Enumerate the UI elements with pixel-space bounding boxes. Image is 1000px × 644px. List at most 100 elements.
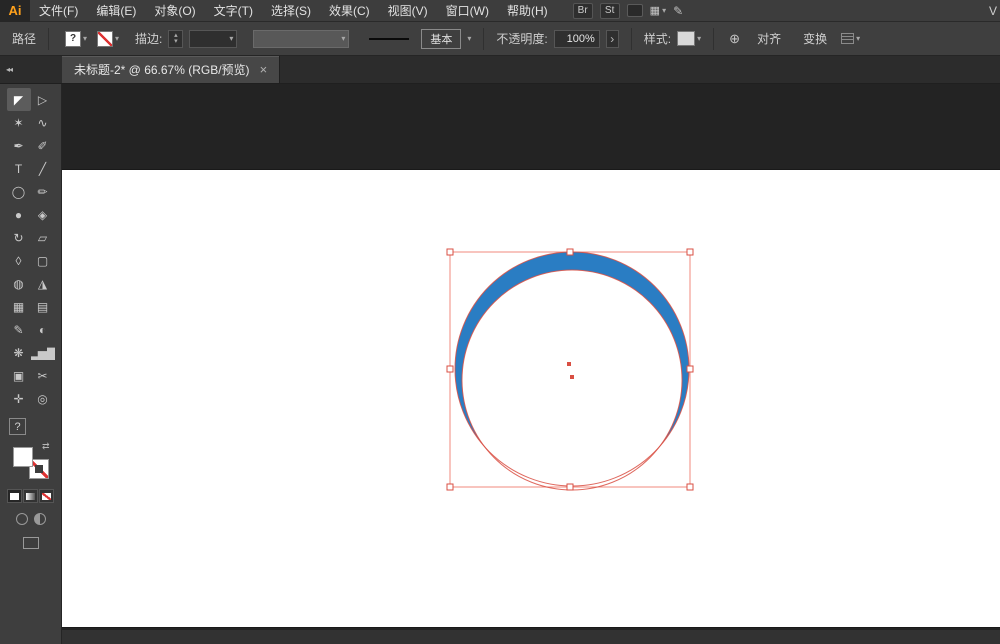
perspective-grid-tool[interactable]: ◮ — [31, 272, 55, 295]
opacity-input[interactable]: 100% — [553, 29, 600, 48]
gradient-tool[interactable]: ▤ — [31, 295, 55, 318]
chevron-down-icon[interactable]: ▾ — [115, 34, 119, 43]
column-graph-tool[interactable]: ▂▅▇ — [31, 341, 55, 364]
chevron-down-icon[interactable]: ▾ — [697, 34, 701, 43]
color-mode-button[interactable] — [7, 489, 22, 503]
free-transform-tool[interactable]: ▢ — [31, 249, 55, 272]
menu-item[interactable]: 选择(S) — [262, 0, 320, 21]
transform-button[interactable]: 变换 — [795, 30, 835, 47]
paintbrush-tool[interactable]: ✐ — [31, 134, 55, 157]
pencil-tool[interactable]: ✏ — [31, 180, 55, 203]
menu-item[interactable]: 帮助(H) — [498, 0, 557, 21]
ellipse-tool[interactable]: ◯ — [7, 180, 31, 203]
symbol-sprayer-tool[interactable]: ❋ — [7, 341, 31, 364]
swap-fill-stroke-icon[interactable]: ⇄ — [42, 441, 50, 452]
hand-tool[interactable]: ✛ — [7, 387, 31, 410]
menu-item[interactable]: 窗口(W) — [437, 0, 498, 21]
pen-tool[interactable]: ✒ — [7, 134, 31, 157]
blend-tool[interactable]: ◐ — [31, 318, 55, 341]
divider — [48, 27, 50, 50]
selection-handle[interactable] — [686, 365, 694, 373]
stroke-weight-select[interactable]: ▾ — [189, 29, 238, 48]
arrange-documents-icon[interactable] — [626, 4, 643, 17]
line-segment-tool[interactable]: ╱ — [31, 157, 55, 180]
magic-wand-tool[interactable]: ✶ — [7, 111, 31, 134]
width-profile-select[interactable]: ▾ — [253, 29, 350, 48]
chevron-down-icon[interactable]: ▾ — [467, 34, 471, 43]
selection-handle[interactable] — [566, 483, 574, 491]
tool-panel-collapse[interactable]: ◂◂ — [0, 56, 62, 83]
type-tool[interactable]: T — [7, 157, 31, 180]
style-swatch[interactable] — [677, 31, 696, 46]
stock-button[interactable]: St — [599, 2, 620, 19]
stroke-color-dropdown[interactable]: ▾ — [97, 30, 119, 47]
selection-handle[interactable] — [446, 365, 454, 373]
canvas-column — [62, 84, 1000, 644]
direct-selection-tool[interactable]: ▷ — [31, 88, 55, 111]
menu-item[interactable]: 效果(C) — [320, 0, 379, 21]
brush-definition-button[interactable]: 基本 — [421, 28, 462, 49]
gradient-mode-button[interactable] — [23, 489, 38, 503]
stroke-none-swatch[interactable] — [97, 30, 114, 47]
app-logo[interactable]: Ai — [0, 0, 30, 22]
shape-builder-tool[interactable]: ◍ — [7, 272, 31, 295]
canvas[interactable] — [62, 84, 1000, 629]
style-dropdown[interactable]: ▾ — [677, 31, 701, 46]
blob-brush-tool[interactable]: ● — [7, 203, 31, 226]
align-button[interactable]: 对齐 — [749, 30, 789, 47]
panel-menu-button[interactable]: ▾ — [841, 33, 860, 44]
artboard-tool[interactable]: ▣ — [7, 364, 31, 387]
draw-normal-icon[interactable] — [15, 513, 28, 525]
fill-swatch[interactable]: ? — [65, 30, 82, 47]
mesh-tool[interactable]: ▦ — [7, 295, 31, 318]
menu-item[interactable]: 文件(F) — [30, 0, 87, 21]
selection-handle[interactable] — [446, 483, 454, 491]
slice-tool[interactable]: ✂ — [31, 364, 55, 387]
draw-behind-icon[interactable] — [33, 513, 46, 525]
crescent-shape[interactable] — [447, 244, 699, 496]
menu-item[interactable]: 视图(V) — [379, 0, 437, 21]
eyedropper-tool[interactable]: ✎ — [7, 318, 31, 341]
opacity-label: 不透明度: — [496, 32, 548, 46]
menu-item[interactable]: 文字(T) — [205, 0, 262, 21]
bridge-button[interactable]: Br — [572, 2, 593, 19]
none-mode-button[interactable] — [39, 489, 54, 503]
context-label: 路径 — [12, 32, 37, 46]
menu-item[interactable]: 对象(O) — [145, 0, 204, 21]
layout-dropdown[interactable]: ▦ ▾ — [650, 4, 666, 17]
status-bar — [62, 629, 1000, 644]
annotation-icon[interactable]: ✎ — [673, 4, 683, 18]
spinner-down-icon[interactable]: ▾ — [174, 38, 178, 45]
lasso-tool[interactable]: ∿ — [31, 111, 55, 134]
rotate-tool[interactable]: ↻ — [7, 226, 31, 249]
tool-panel: ◤ ▷ ✶ ∿ ✒ ✐ T ╱ ◯ ✏ ● ◈ ↻ ▱ ◊ ▢ ◍ ◮ ▦ ▤ ✎ ◐ ❋ ▂▅▇ ▣ ✂ ✛ ◎ ? ⇄ — [0, 84, 62, 644]
document-tab[interactable]: 未标题-2* @ 66.67% (RGB/预览) × — [62, 56, 281, 83]
selection-handle[interactable] — [686, 483, 694, 491]
brush-stroke-preview — [369, 37, 410, 40]
artwork-overlay — [446, 244, 699, 496]
chevron-down-icon: ▾ — [341, 33, 346, 43]
scale-tool[interactable]: ▱ — [31, 226, 55, 249]
width-tool[interactable]: ◊ — [7, 249, 31, 272]
help-tool[interactable]: ? — [9, 418, 26, 435]
chevron-down-icon: ▾ — [229, 33, 234, 43]
stroke-weight-stepper[interactable]: ▴ ▾ — [168, 29, 184, 48]
fill-stroke-widget[interactable]: ⇄ — [12, 441, 50, 479]
selection-handle[interactable] — [446, 248, 454, 256]
screen-mode-button[interactable] — [22, 537, 39, 549]
selection-tool[interactable]: ◤ — [6, 88, 31, 111]
opacity-options-arrow[interactable]: › — [605, 29, 619, 48]
menu-item[interactable]: 编辑(E) — [87, 0, 145, 21]
close-icon[interactable]: × — [260, 62, 268, 77]
selection-handle[interactable] — [686, 248, 694, 256]
eraser-tool[interactable]: ◈ — [31, 203, 55, 226]
zoom-tool[interactable]: ◎ — [31, 387, 55, 410]
chevron-down-icon[interactable]: ▾ — [83, 34, 87, 43]
recolor-artwork-icon[interactable]: ⊕ — [726, 30, 743, 47]
fill-indicator[interactable] — [12, 447, 33, 467]
divider — [630, 27, 632, 50]
menu-items: 文件(F) 编辑(E) 对象(O) 文字(T) 选择(S) 效果(C) 视图(V) 窗口(W)… — [30, 0, 557, 21]
fill-color-dropdown[interactable]: ? ▾ — [65, 30, 87, 47]
workspace-hint: V — [988, 3, 997, 18]
selection-handle[interactable] — [566, 248, 574, 256]
